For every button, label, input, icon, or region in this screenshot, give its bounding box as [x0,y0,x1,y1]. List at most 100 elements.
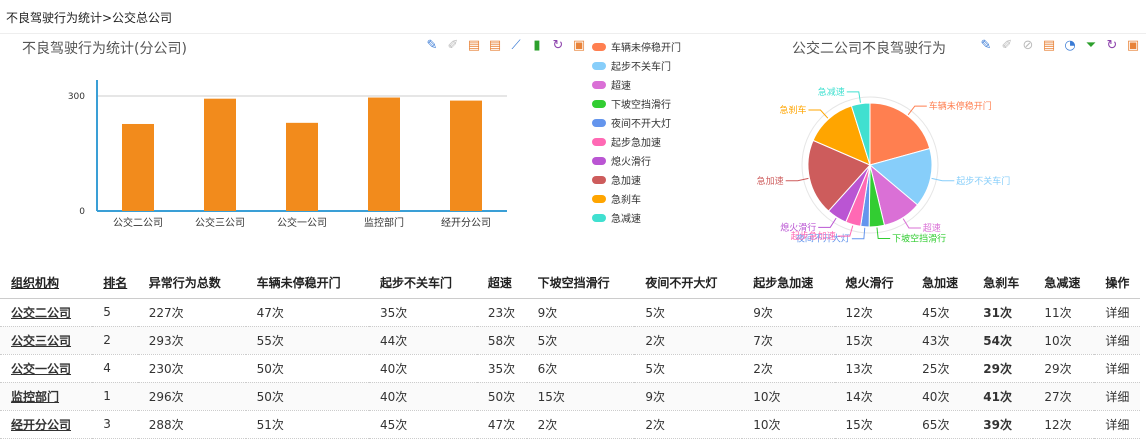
table-cell: 50次 [245,382,370,411]
table-cell: 25次 [911,354,973,383]
legend-item[interactable]: 车辆未停稳开门 [592,37,681,56]
table-cell: 2 [92,326,138,355]
bar[interactable] [368,97,400,211]
pie-label-line [907,105,927,116]
pie-slice[interactable] [827,164,871,223]
table-cell: 5 [92,298,138,327]
data-view-icon[interactable]: ▤ [1041,37,1057,53]
pie-slice[interactable] [868,147,933,206]
y-tick-label: 300 [68,92,85,102]
table-cell: 230次 [137,354,246,383]
x-tick-label: 经开分公司 [441,216,491,229]
column-header: 操作 [1094,268,1140,299]
table-cell: 43次 [911,326,973,355]
table-cell: 14次 [834,382,912,411]
pie-label-line [902,218,921,229]
pie-slice[interactable] [812,105,871,166]
legend-item[interactable]: 夜间不开大灯 [592,113,681,132]
column-header: 急加速 [911,268,973,299]
bar[interactable] [204,98,236,211]
restore-icon[interactable]: ⊘ [1020,37,1036,53]
column-header: 异常行为总数 [137,268,246,299]
org-link[interactable]: 公交一公司 [0,354,93,383]
legend-label: 熄火滑行 [611,157,651,168]
pie-slice[interactable] [845,164,871,227]
table-cell: 40次 [369,354,477,383]
table-cell: 58次 [476,326,527,355]
legend-item[interactable]: 急刹车 [592,189,681,208]
legend-item[interactable]: 急加速 [592,170,681,189]
detail-link[interactable]: 详细 [1094,354,1140,383]
pie-label: 急减速 [818,86,845,98]
pie-label: 超速 [923,222,941,234]
pie-label-line [846,91,861,103]
table-cell: 12次 [1033,410,1095,439]
legend-item[interactable]: 起步急加速 [592,132,681,151]
pie-label: 下坡空挡滑行 [892,233,946,245]
legend-item[interactable]: 熄火滑行 [592,151,681,170]
detail-link[interactable]: 详细 [1094,410,1140,439]
legend-item[interactable]: 起步不关车门 [592,56,681,75]
org-link[interactable]: 公交三公司 [0,326,93,355]
table-cell: 4 [92,354,138,383]
pie-slice[interactable] [807,139,871,212]
table-cell: 2次 [526,410,635,439]
table-cell: 7次 [742,326,835,355]
pie-chart-icon[interactable]: ◔ [1062,37,1078,53]
pie-outline [801,96,939,234]
legend-swatch [592,137,606,146]
pie-slice[interactable] [850,102,871,166]
table-cell: 5次 [634,354,743,383]
table-cell: 40次 [911,382,973,411]
column-header[interactable]: 排名 [92,268,138,299]
legend-swatch [592,194,606,203]
table-cell: 1 [92,382,138,411]
pie-label: 急加速 [757,175,784,187]
pie-label: 急刹车 [779,104,806,116]
table-cell: 296次 [137,382,246,411]
column-header[interactable]: 组织机构 [0,268,93,299]
legend-item[interactable]: 超速 [592,75,681,94]
table-cell: 51次 [245,410,370,439]
table-row: 经开分公司 3 288次 51次 45次 47次 2次 2次 10次 15次 65次 39次 12次 详细 [0,410,1140,439]
column-header: 超速 [476,268,527,299]
pie-chart-legend: 车辆未停稳开门 起步不关车门 超速 下坡空挡滑行 夜间不开大灯 起步急加速 熄火滑行 急加速急… [592,37,681,227]
bar[interactable] [450,100,482,211]
refresh-icon[interactable]: ↻ [1104,37,1120,53]
bar[interactable] [122,123,154,211]
org-link[interactable]: 经开分公司 [0,410,93,439]
table-cell: 50次 [476,382,527,411]
legend-swatch [592,99,606,108]
pie-slice[interactable] [860,164,871,228]
pie-label: 起步急加速 [791,230,836,242]
legend-swatch [592,118,606,127]
detail-link[interactable]: 详细 [1094,326,1140,355]
org-link[interactable]: 监控部门 [0,382,93,411]
funnel-icon[interactable]: ⏷ [1083,37,1099,53]
table-cell: 10次 [742,382,835,411]
save-icon[interactable]: ▣ [571,37,587,53]
bar[interactable] [286,122,318,211]
detail-link[interactable]: 详细 [1094,382,1140,411]
pencil-icon[interactable]: ✎ [978,37,994,53]
table-cell: 47次 [245,298,370,327]
table-cell: 44次 [369,326,477,355]
table-cell: 39次 [972,410,1034,439]
pie-slice[interactable] [869,163,919,226]
pie-slice[interactable] [868,164,886,228]
legend-item[interactable]: 下坡空挡滑行 [592,94,681,113]
x-tick-label: 公交一公司 [277,216,327,229]
pie-label-line [876,227,891,240]
table-cell: 50次 [245,354,370,383]
legend-label: 超速 [611,81,631,92]
org-link[interactable]: 公交二公司 [0,298,93,327]
save-icon[interactable]: ▣ [1125,37,1141,53]
table-cell: 9次 [526,298,635,327]
legend-item[interactable]: 急减速 [592,208,681,227]
table-cell: 45次 [369,410,477,439]
table-cell: 2次 [634,410,743,439]
eraser-icon[interactable]: ✐ [999,37,1015,53]
pie-slice[interactable] [869,102,931,166]
detail-link[interactable]: 详细 [1094,298,1140,327]
table-cell: 35次 [369,298,477,327]
